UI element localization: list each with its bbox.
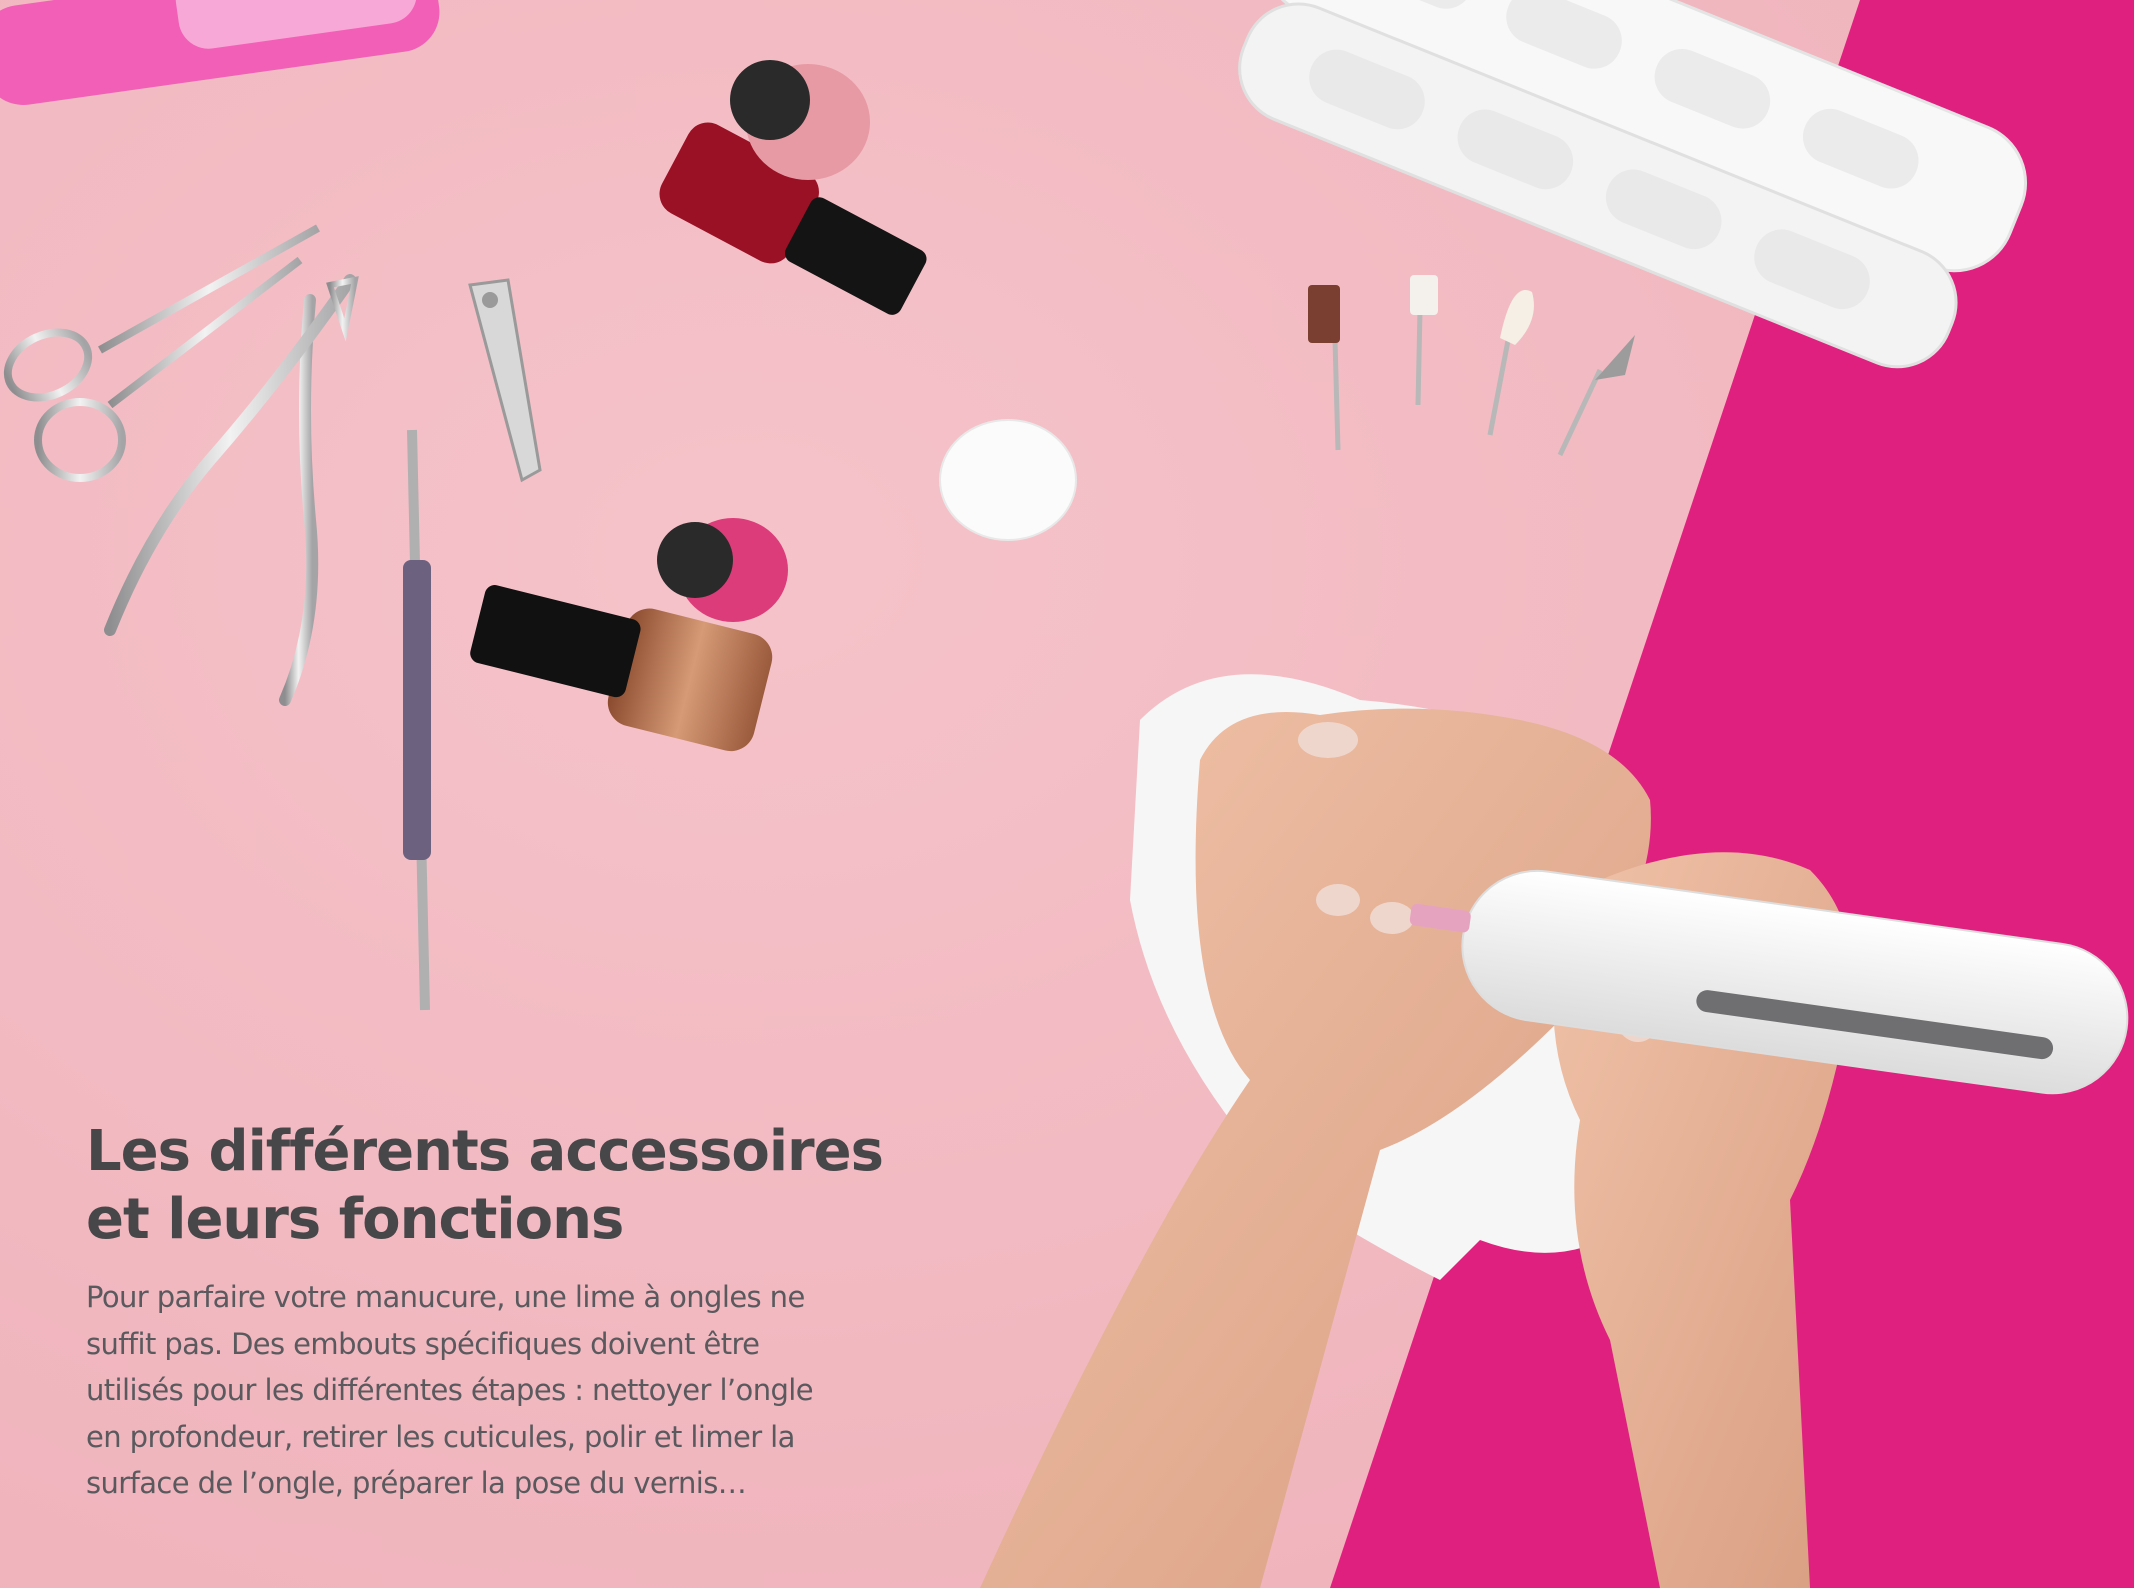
article-body-line-2: suffit pas. Des embouts spécifiques doiv… xyxy=(86,1326,760,1361)
article-title-line-1: Les différents accessoires xyxy=(86,1119,884,1184)
article-title: Les différents accessoires et leurs fonc… xyxy=(86,1118,966,1254)
article-body-line-5: surface de l’ongle, préparer la pose du … xyxy=(86,1466,747,1500)
article-body-line-1: Pour parfaire votre manucure, une lime à… xyxy=(86,1280,805,1314)
article-body-line-3: utilisés pour les différentes étapes : n… xyxy=(86,1373,814,1407)
article-body-line-4: en profondeur, retirer les cuticules, po… xyxy=(86,1419,795,1454)
sponge-image xyxy=(939,419,1077,541)
article-body: Pour parfaire votre manucure, une lime à… xyxy=(86,1274,866,1507)
article-title-line-2: et leurs fonctions xyxy=(86,1187,624,1252)
